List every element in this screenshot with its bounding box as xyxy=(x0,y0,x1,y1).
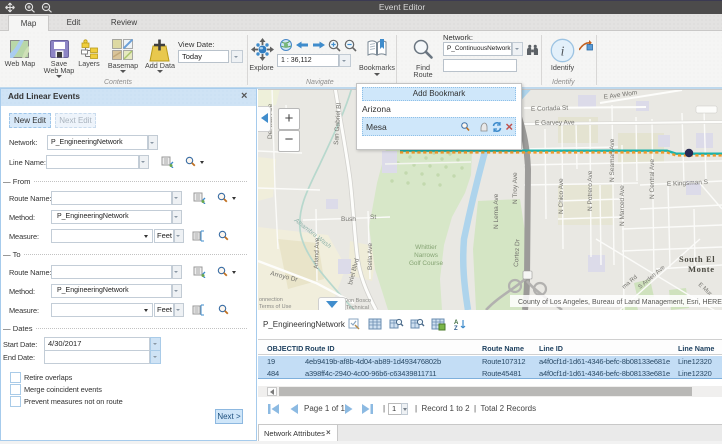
svg-text:Cortez Dr: Cortez Dr xyxy=(513,238,521,267)
svg-text:South El: South El xyxy=(679,254,715,264)
svg-text:County of Los Angeles, Bureau: County of Los Angeles, Bureau of Land Ma… xyxy=(518,299,722,306)
svg-text:Monte: Monte xyxy=(688,264,715,274)
svg-text:Bush: Bush xyxy=(341,216,356,223)
svg-text:N Potrero Ave: N Potrero Ave xyxy=(587,170,594,211)
svg-text:N Lema Ave: N Lema Ave xyxy=(493,193,500,229)
svg-text:Don Bosco: Don Bosco xyxy=(344,298,371,304)
svg-text:Narrows: Narrows xyxy=(414,252,438,259)
svg-text:St: St xyxy=(370,214,376,221)
svg-text:E Garvey Ave: E Garvey Ave xyxy=(535,119,575,127)
svg-text:onnection: onnection xyxy=(259,297,283,303)
svg-text:Z: Z xyxy=(454,326,458,331)
svg-text:Bella Ave: Bella Ave xyxy=(367,243,374,270)
svg-text:N Central Ave: N Central Ave xyxy=(649,159,656,199)
svg-text:N Chico Ave: N Chico Ave xyxy=(558,178,565,214)
svg-text:N Marced Ave: N Marced Ave xyxy=(619,185,626,226)
svg-text:i: i xyxy=(561,44,565,59)
svg-text:E Cortada St: E Cortada St xyxy=(531,105,569,113)
svg-text:Whittier: Whittier xyxy=(415,244,438,251)
svg-text:N Seaman Ave: N Seaman Ave xyxy=(609,138,616,182)
svg-text:N Troy Ave: N Troy Ave xyxy=(512,172,519,204)
svg-text:Golf Course: Golf Course xyxy=(409,260,444,267)
